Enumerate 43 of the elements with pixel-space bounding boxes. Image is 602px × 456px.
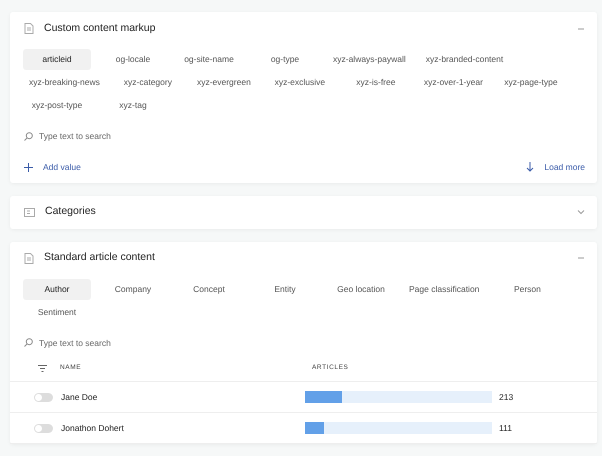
tag-chip[interactable]: xyz-tag [99, 95, 167, 116]
search-icon [24, 132, 33, 141]
tag-chip[interactable]: xyz-category [114, 72, 182, 93]
panel-title: Categories [45, 204, 97, 220]
load-more-button[interactable]: Load more [526, 160, 585, 174]
tag-chip[interactable]: Geo location [327, 278, 395, 300]
tag-chip[interactable]: Page classification [403, 278, 486, 300]
toggle-switch[interactable] [34, 392, 53, 402]
plus-icon [24, 162, 33, 172]
tag-chip[interactable]: xyz-page-type [496, 72, 565, 93]
toggle-switch[interactable] [34, 424, 53, 432]
filter-icon[interactable] [38, 364, 47, 372]
tag-chip[interactable]: Sentiment [23, 302, 91, 322]
search-icon [24, 338, 33, 348]
tag-chip[interactable]: articleid [23, 49, 91, 70]
tag-chip[interactable]: xyz-breaking-news [23, 72, 106, 93]
tag-chip[interactable]: xyz-post-type [23, 95, 91, 116]
tag-chip[interactable]: Company [99, 278, 167, 300]
tag-chip[interactable]: xyz-always-paywall [327, 49, 412, 70]
tag-chip[interactable]: Person [493, 278, 562, 300]
tag-chip[interactable]: xyz-branded-content [420, 49, 510, 70]
arrow-down-icon [526, 162, 534, 172]
tag-chip[interactable]: xyz-evergreen [190, 72, 258, 93]
category-icon [24, 208, 35, 216]
count-cell: 111 [499, 422, 512, 434]
tag-chip[interactable]: Entity [251, 278, 319, 300]
add-value-button[interactable]: Add value [24, 160, 81, 174]
tag-chip[interactable]: xyz-is-free [342, 72, 410, 93]
expand-icon[interactable] [577, 208, 585, 216]
tag-chip[interactable]: Author [23, 278, 91, 300]
tag-chip[interactable]: Concept [175, 278, 243, 300]
count-cell: 213 [499, 390, 514, 404]
panel-title: Custom content markup [44, 20, 156, 36]
tag-chip[interactable]: xyz-over-1-year [418, 72, 489, 93]
name-cell-text: Jonathon Dohert [61, 422, 125, 434]
panel-title: Standard article content [44, 250, 156, 266]
tag-chip[interactable]: og-type [251, 49, 319, 70]
tag-chip[interactable]: og-locale [99, 49, 167, 70]
tag-chip[interactable]: xyz-exclusive [266, 72, 334, 93]
name-cell-text: Jane Doe [61, 390, 98, 404]
document-icon [24, 252, 34, 264]
tag-chip[interactable]: og-site-name [175, 49, 243, 70]
document-icon [24, 23, 34, 34]
